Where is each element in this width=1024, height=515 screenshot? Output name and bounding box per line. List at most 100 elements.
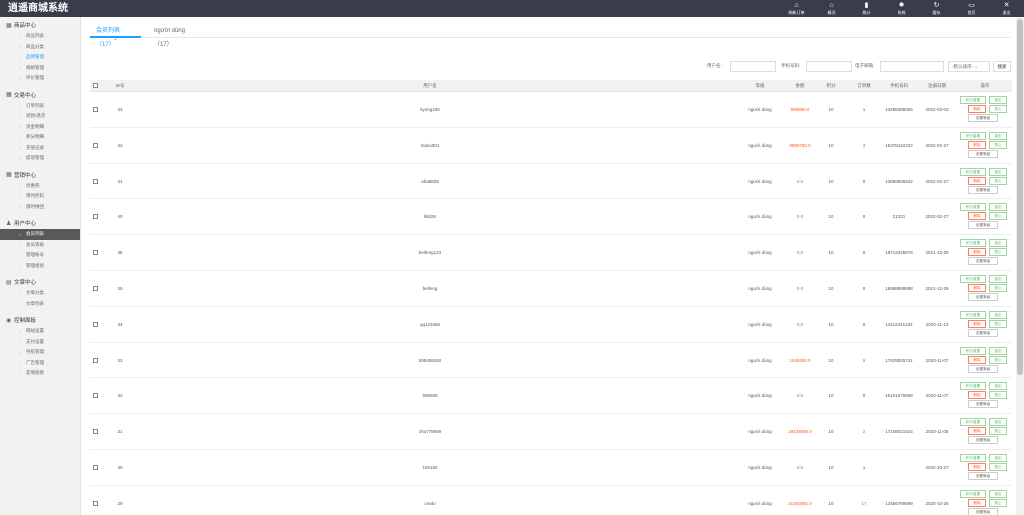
vertical-scrollbar[interactable] <box>1016 17 1024 515</box>
sidebar-item[interactable]: › 文章列表 <box>0 299 80 310</box>
forbid-button[interactable]: 禁止 <box>989 105 1007 113</box>
forbid-button[interactable]: 禁止 <box>989 355 1007 364</box>
delete-button[interactable]: 删除 <box>968 355 986 364</box>
set-level-button[interactable]: 设置等级 <box>968 292 998 301</box>
forbid-button[interactable]: 禁止 <box>989 283 1007 292</box>
sidebar-item[interactable]: › 评价管理 <box>0 73 80 84</box>
delete-button[interactable]: 删除 <box>968 212 986 221</box>
delete-button[interactable]: 删除 <box>968 140 986 149</box>
topnav-item-3[interactable]: ✹ 系统 <box>884 0 919 17</box>
delete-button[interactable]: 删除 <box>968 391 986 400</box>
delete-button[interactable]: 删除 <box>968 319 986 328</box>
search-button[interactable]: 搜索 <box>993 61 1011 72</box>
reset-points-button[interactable]: 积分重置 <box>960 274 986 283</box>
sort-select[interactable]: -默认排序- ⌄ <box>948 61 990 72</box>
sidebar-group-title[interactable]: ▦ 营销中心 <box>0 169 80 181</box>
reset-points-button[interactable]: 积分重置 <box>960 418 986 427</box>
forbid-button[interactable]: 禁止 <box>989 212 1007 221</box>
tab-nguoi-dung[interactable]: người dùng（17） <box>148 24 206 48</box>
forbid-button[interactable]: 禁止 <box>989 462 1007 471</box>
delete-button[interactable]: 删除 <box>968 462 986 471</box>
row-checkbox[interactable] <box>93 214 98 220</box>
sidebar-item[interactable]: › 文章分类 <box>0 288 80 299</box>
sidebar-group-title[interactable]: ▦ 交易中心 <box>0 89 80 101</box>
delete-button[interactable]: 删除 <box>968 427 986 436</box>
delete-button[interactable]: 删除 <box>968 105 986 113</box>
lock-button[interactable]: 锁定 <box>989 310 1007 319</box>
sidebar-item[interactable]: › 商品分类 <box>0 42 80 53</box>
sidebar-item[interactable]: › 订单列表 <box>0 101 80 112</box>
row-checkbox[interactable] <box>93 285 98 291</box>
topnav-item-0[interactable]: ⌂ 刷新订单 <box>779 0 814 17</box>
reset-points-button[interactable]: 积分重置 <box>960 310 986 319</box>
row-checkbox[interactable] <box>93 250 98 256</box>
phone-input[interactable] <box>806 61 852 72</box>
topnav-item-5[interactable]: ▭ 首页 <box>954 0 989 17</box>
sidebar-item[interactable]: › 会员等级 <box>0 240 80 251</box>
sidebar-item[interactable]: › 品牌管理 <box>0 52 80 63</box>
topnav-item-2[interactable]: ▮ 统计 <box>849 0 884 17</box>
lock-button[interactable]: 锁定 <box>989 203 1007 212</box>
sidebar-item[interactable]: › 友情链接 <box>0 368 80 379</box>
set-level-button[interactable]: 设置等级 <box>968 328 998 337</box>
sidebar-item[interactable]: › 限时折扣 <box>0 191 80 202</box>
set-level-button[interactable]: 设置等级 <box>968 471 998 480</box>
email-input[interactable] <box>880 61 944 72</box>
sidebar-item[interactable]: › 积分明细 <box>0 132 80 143</box>
scrollbar-thumb[interactable] <box>1017 19 1023 375</box>
reset-points-button[interactable]: 积分重置 <box>960 239 986 248</box>
sidebar-group-title[interactable]: ♟ 用户中心 <box>0 217 80 229</box>
row-checkbox[interactable] <box>93 178 98 184</box>
row-checkbox[interactable] <box>93 464 98 470</box>
lock-button[interactable]: 锁定 <box>989 239 1007 248</box>
row-checkbox[interactable] <box>93 393 98 399</box>
sidebar-group-title[interactable]: ▦ 商品中心 <box>0 19 80 31</box>
topnav-item-4[interactable]: ↻ 缓存 <box>919 0 954 17</box>
reset-points-button[interactable]: 积分重置 <box>960 167 986 176</box>
reset-points-button[interactable]: 积分重置 <box>960 453 986 462</box>
sidebar-item[interactable]: › 充值记录 <box>0 143 80 154</box>
lock-button[interactable]: 锁定 <box>989 274 1007 283</box>
sidebar-item[interactable]: › 管理组别 <box>0 261 80 272</box>
reset-points-button[interactable]: 积分重置 <box>960 96 986 104</box>
topnav-item-1[interactable]: ⌂ 概况 <box>814 0 849 17</box>
sidebar-item[interactable]: › 商品列表 <box>0 31 80 42</box>
sidebar-item[interactable]: › 提现管理 <box>0 153 80 164</box>
select-all-checkbox[interactable] <box>93 83 98 88</box>
lock-button[interactable]: 锁定 <box>989 131 1007 140</box>
sidebar-item[interactable]: › 限时拼团 <box>0 202 80 213</box>
set-level-button[interactable]: 设置等级 <box>968 185 998 194</box>
reset-points-button[interactable]: 积分重置 <box>960 346 986 355</box>
forbid-button[interactable]: 禁止 <box>989 248 1007 257</box>
tab-member-list[interactable]: 会员列表（17） <box>90 24 141 48</box>
sidebar-item[interactable]: › 资金明细 <box>0 122 80 133</box>
row-checkbox[interactable] <box>93 357 98 363</box>
sidebar-item[interactable]: › 优惠券 <box>0 181 80 192</box>
forbid-button[interactable]: 禁止 <box>989 319 1007 328</box>
set-level-button[interactable]: 设置等级 <box>968 507 998 515</box>
row-checkbox[interactable] <box>93 321 98 327</box>
set-level-button[interactable]: 设置等级 <box>968 436 998 445</box>
sidebar-item[interactable]: › 管理帐号 <box>0 250 80 261</box>
lock-button[interactable]: 锁定 <box>989 453 1007 462</box>
row-checkbox[interactable] <box>93 500 98 506</box>
lock-button[interactable]: 锁定 <box>989 382 1007 391</box>
forbid-button[interactable]: 禁止 <box>989 498 1007 507</box>
forbid-button[interactable]: 禁止 <box>989 427 1007 436</box>
set-level-button[interactable]: 设置等级 <box>968 221 998 230</box>
username-input[interactable] <box>730 61 776 72</box>
sidebar-item[interactable]: › 广告管理 <box>0 358 80 369</box>
lock-button[interactable]: 锁定 <box>989 489 1007 498</box>
row-checkbox[interactable] <box>93 142 98 148</box>
lock-button[interactable]: 锁定 <box>989 96 1007 104</box>
set-level-button[interactable]: 设置等级 <box>968 257 998 266</box>
sidebar-item[interactable]: › 规格管理 <box>0 63 80 74</box>
sidebar-item[interactable]: › 导航管理 <box>0 347 80 358</box>
reset-points-button[interactable]: 积分重置 <box>960 382 986 391</box>
sidebar-item[interactable]: › 支付设置 <box>0 337 80 348</box>
set-level-button[interactable]: 设置等级 <box>968 400 998 409</box>
delete-button[interactable]: 删除 <box>968 283 986 292</box>
reset-points-button[interactable]: 积分重置 <box>960 131 986 140</box>
topnav-item-6[interactable]: ✕ 退出 <box>989 0 1024 17</box>
set-level-button[interactable]: 设置等级 <box>968 364 998 373</box>
